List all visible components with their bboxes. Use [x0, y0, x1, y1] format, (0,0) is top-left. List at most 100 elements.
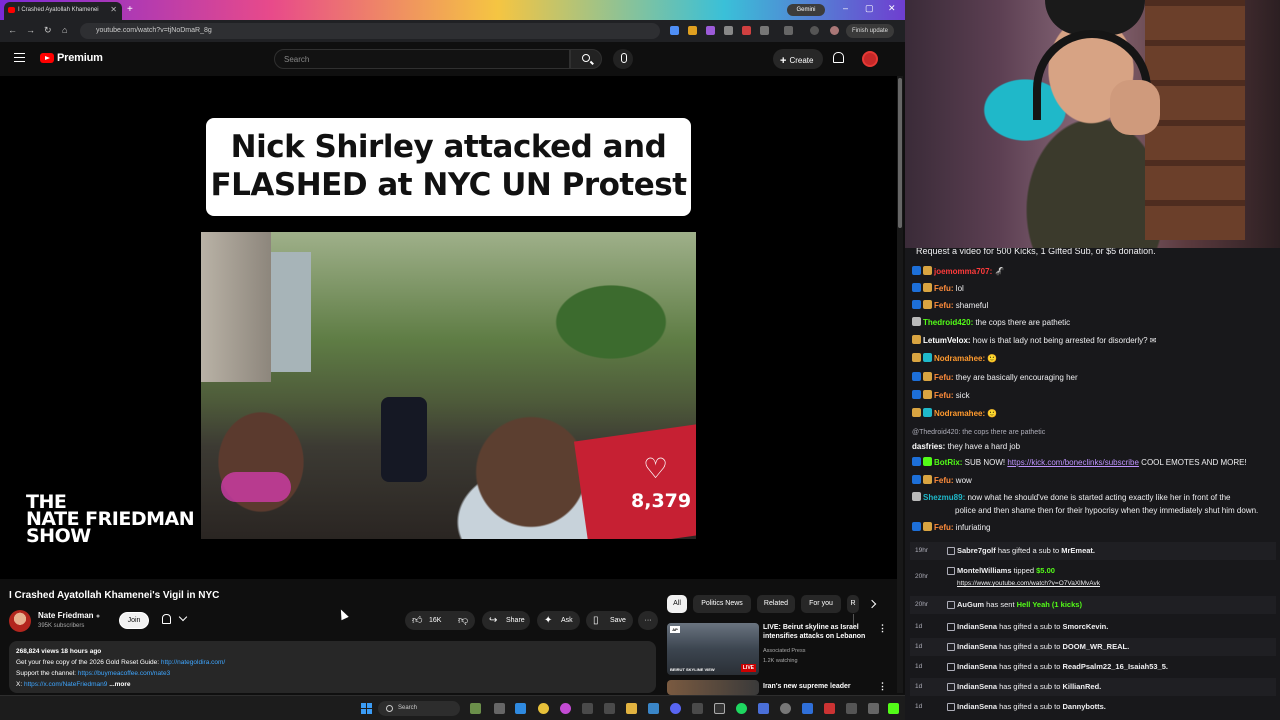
save-button[interactable]: ▯ Save [586, 611, 633, 630]
like-count[interactable]: 16K [429, 611, 441, 630]
create-button[interactable]: + Create [773, 49, 823, 69]
finish-update-button[interactable]: Finish update [846, 24, 894, 38]
chip-for-you[interactable]: For you [801, 595, 841, 613]
event-user[interactable]: IndianSena [957, 642, 997, 651]
app-icon[interactable] [868, 703, 879, 714]
description-link[interactable]: https://x.com/NateFriedman9 [24, 681, 107, 688]
extension-icon[interactable] [724, 26, 733, 35]
youtube-logo-icon[interactable] [40, 53, 54, 63]
chat-username[interactable]: Fefu: [934, 373, 954, 382]
profile-icon[interactable] [810, 26, 819, 35]
app-icon[interactable] [824, 703, 835, 714]
app-icon[interactable] [692, 703, 703, 714]
search-button[interactable] [570, 49, 602, 69]
chat-username[interactable]: Shezmu89: [923, 493, 965, 502]
app-icon[interactable] [582, 703, 593, 714]
chat-username[interactable]: joemomma707: [934, 267, 992, 276]
file-explorer-icon[interactable] [626, 703, 637, 714]
like-icon[interactable]: 👍︎ [412, 611, 422, 630]
description-link[interactable]: https://buymeacoffee.com/nate3 [78, 670, 170, 677]
video-player[interactable]: Nick Shirley attacked and FLASHED at NYC… [0, 76, 900, 579]
chat-username[interactable]: BotRix: [934, 458, 962, 467]
task-view-icon[interactable] [494, 703, 505, 714]
gemini-button[interactable]: Gemini [787, 4, 825, 16]
puzzle-icon[interactable] [760, 26, 769, 35]
account-avatar[interactable] [862, 51, 878, 67]
event-user[interactable]: MontelWilliams [957, 566, 1012, 575]
forward-icon[interactable]: → [26, 25, 35, 35]
app-icon[interactable] [846, 703, 857, 714]
spotify-icon[interactable] [736, 703, 747, 714]
chat-username[interactable]: Fefu: [934, 284, 954, 293]
home-icon[interactable]: ⌂ [62, 25, 67, 35]
chat-username[interactable]: Nodramahee: [934, 409, 985, 418]
reload-icon[interactable]: ↻ [44, 25, 52, 36]
taskbar-search[interactable]: Search [378, 701, 460, 716]
chip-politics-news[interactable]: Politics News [693, 595, 751, 613]
event-target[interactable]: MrEmeat. [1061, 546, 1095, 555]
menu-icon[interactable] [14, 53, 25, 62]
sidepanel-icon[interactable] [784, 26, 793, 35]
event-user[interactable]: IndianSena [957, 622, 997, 631]
channel-name[interactable]: Nate Friedman ● [38, 611, 100, 620]
video-thumbnail[interactable]: AP BEIRUT SKYLINE VIEW LIVE [667, 623, 759, 675]
search-input[interactable]: Search [274, 49, 570, 69]
event-user[interactable]: IndianSena [957, 682, 997, 691]
chat-username[interactable]: Fefu: [934, 391, 954, 400]
event-user[interactable]: Sabre7golf [957, 546, 996, 555]
extension-icon[interactable] [706, 26, 715, 35]
chat-username[interactable]: Nodramahee: [934, 354, 985, 363]
close-tab-icon[interactable]: ✕ [110, 5, 117, 14]
terminal-icon[interactable] [604, 703, 615, 714]
more-actions-button[interactable]: ··· [638, 611, 658, 630]
event-target[interactable]: KillianRed. [1062, 682, 1101, 691]
chat-username[interactable]: Fefu: [934, 301, 954, 310]
description-box[interactable]: 268,824 views 18 hours ago Get your free… [9, 641, 656, 693]
app-icon[interactable] [758, 703, 769, 714]
show-more-link[interactable]: ...more [109, 681, 130, 688]
event-user[interactable]: IndianSena [957, 662, 997, 671]
notifications-icon[interactable] [833, 52, 844, 63]
youtube-brand[interactable]: Premium [57, 52, 103, 64]
profile-avatar-icon[interactable] [830, 26, 839, 35]
chat-username[interactable]: Fefu: [934, 523, 954, 532]
browser-tab[interactable]: I Crashed Ayatollah Khamenei ✕ [4, 2, 122, 20]
kick-icon[interactable] [888, 703, 899, 714]
chat-link[interactable]: https://kick.com/boneclinks/subscribe [1007, 458, 1139, 467]
extension-icon[interactable] [742, 26, 751, 35]
subscription-bell-icon[interactable] [162, 614, 171, 624]
scroll-thumb[interactable] [898, 78, 902, 228]
event-user[interactable]: AuGum [957, 600, 984, 609]
dislike-icon[interactable]: 👎︎ [458, 611, 468, 630]
app-icon[interactable] [470, 703, 481, 714]
voice-search-button[interactable] [613, 49, 633, 69]
start-icon[interactable] [361, 703, 372, 714]
page-scrollbar[interactable] [897, 76, 903, 693]
browser-icon[interactable] [560, 703, 571, 714]
recommended-title[interactable]: Iran's new supreme leader [763, 682, 875, 691]
app-icon[interactable] [780, 703, 791, 714]
new-tab-button[interactable]: + [127, 4, 133, 15]
chip-truncated[interactable]: R [847, 595, 859, 613]
chip-related[interactable]: Related [757, 595, 795, 613]
video-thumbnail[interactable] [667, 680, 759, 695]
extension-icon[interactable] [670, 26, 679, 35]
extension-icon[interactable] [688, 26, 697, 35]
app-icon[interactable] [648, 703, 659, 714]
maximize-button[interactable]: ▢ [865, 3, 874, 14]
chevron-down-icon[interactable] [178, 612, 188, 622]
description-link[interactable]: http://nategoldira.com/ [161, 659, 225, 666]
recommended-video[interactable]: Iran's new supreme leader ⋮ [667, 680, 889, 695]
chat-username[interactable]: Fefu: [934, 476, 954, 485]
edge-icon[interactable] [515, 703, 526, 714]
back-icon[interactable]: ← [8, 25, 17, 35]
share-button[interactable]: ↪ Share [482, 611, 530, 630]
event-user[interactable]: IndianSena [957, 702, 997, 711]
join-button[interactable]: Join [119, 612, 149, 629]
chip-all[interactable]: All [667, 595, 687, 613]
chat-username[interactable]: dasfries: [912, 442, 945, 451]
chat-username[interactable]: LetumVelox: [923, 336, 971, 345]
recommended-channel[interactable]: Associated Press [763, 648, 806, 654]
discord-icon[interactable] [670, 703, 681, 714]
ask-button[interactable]: ✦ Ask [537, 611, 580, 630]
